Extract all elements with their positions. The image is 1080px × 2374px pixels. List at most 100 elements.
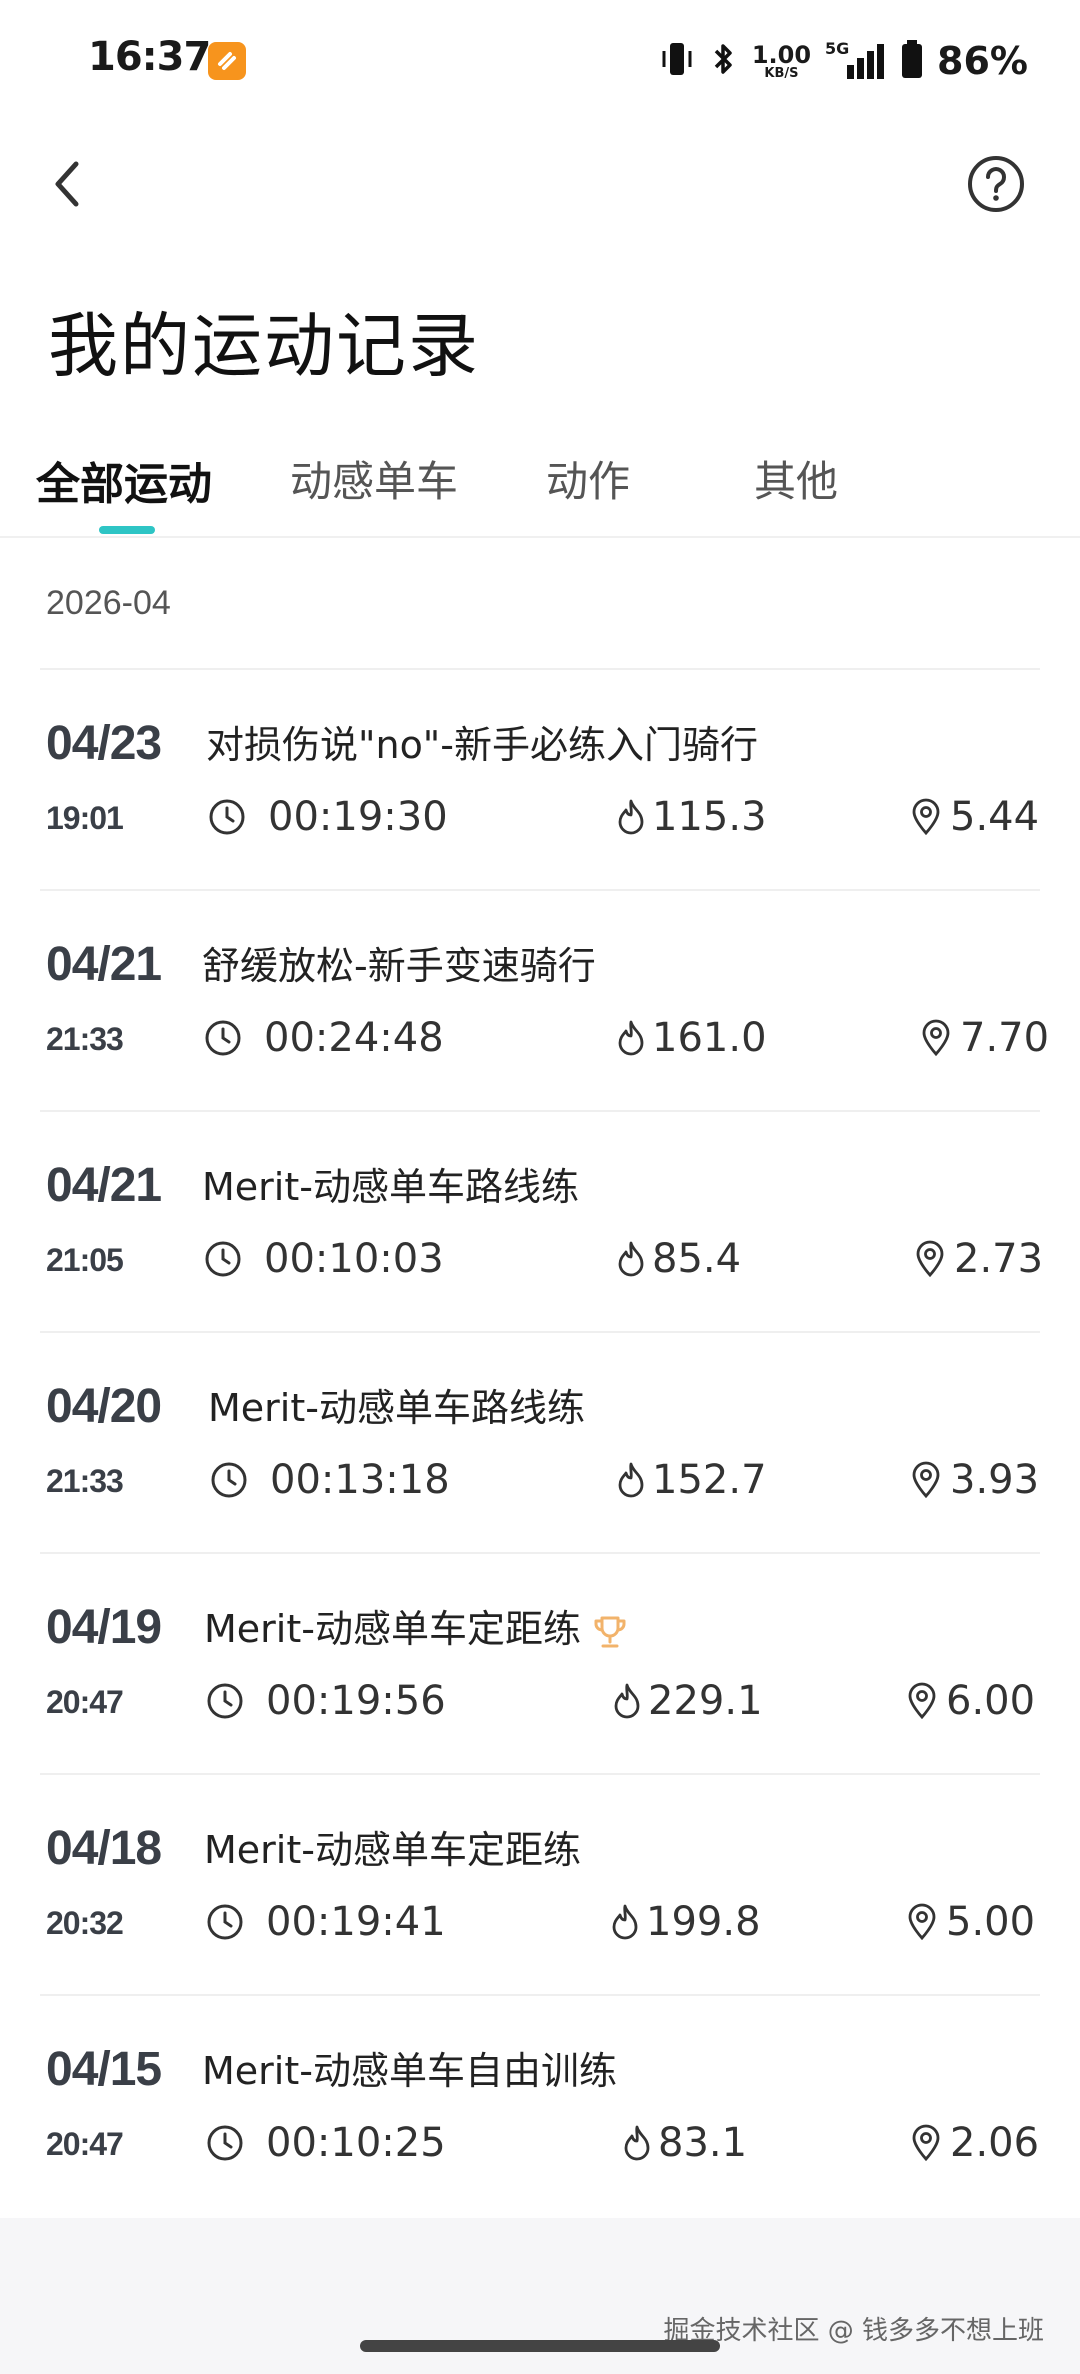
location-pin-icon bbox=[912, 798, 940, 836]
duration-value: 00:13:18 bbox=[270, 1457, 450, 1503]
bluetooth-icon bbox=[708, 39, 738, 83]
flame-icon bbox=[618, 1020, 644, 1056]
flame-icon bbox=[618, 1241, 644, 1277]
calories-value: 152.7 bbox=[652, 1457, 767, 1503]
network-speed: 1.00 KB/S bbox=[752, 43, 811, 80]
vibrate-icon bbox=[660, 39, 694, 83]
record-title: Merit-动感单车路线练 bbox=[208, 1386, 585, 1430]
screen: 16:37 1.00 KB/S 5G 86% 我的运动记录 全部运动 动感单车 … bbox=[0, 0, 1080, 2374]
workout-record[interactable]: 04/21 21:05 Merit-动感单车路线练 00:10:03 85.4 … bbox=[0, 1112, 1080, 1333]
location-pin-icon bbox=[908, 1682, 936, 1720]
record-date: 04/21 bbox=[46, 938, 162, 991]
flame-icon bbox=[614, 1683, 640, 1719]
record-time: 21:33 bbox=[46, 1463, 124, 1499]
record-duration: 00:19:30 bbox=[208, 794, 448, 840]
location-pin-icon bbox=[908, 1903, 936, 1941]
month-header: 2026-04 bbox=[46, 584, 171, 622]
status-bar: 16:37 1.00 KB/S 5G 86% bbox=[0, 0, 1080, 120]
workout-record[interactable]: 04/20 21:33 Merit-动感单车路线练 00:13:18 152.7… bbox=[0, 1333, 1080, 1554]
workout-record[interactable]: 04/19 20:47 Merit-动感单车定距练 00:19:56 229.1… bbox=[0, 1554, 1080, 1775]
clock-icon bbox=[205, 1241, 241, 1277]
record-date: 04/21 bbox=[46, 1159, 162, 1212]
duration-value: 00:19:41 bbox=[266, 1899, 446, 1945]
status-time: 16:37 bbox=[88, 34, 211, 80]
record-duration: 00:13:18 bbox=[210, 1457, 450, 1503]
app-notification-icon bbox=[208, 42, 246, 80]
record-calories: 115.3 bbox=[616, 794, 767, 840]
calories-value: 161.0 bbox=[652, 1015, 767, 1061]
tab-actions[interactable]: 动作 bbox=[546, 448, 630, 509]
calories-value: 83.1 bbox=[658, 2120, 748, 2166]
duration-value: 00:10:03 bbox=[264, 1236, 444, 1282]
record-distance: 2.73 bbox=[914, 1236, 1043, 1282]
help-button[interactable] bbox=[966, 154, 1026, 214]
clock-icon bbox=[209, 799, 245, 835]
location-pin-icon bbox=[912, 2124, 940, 2162]
workout-record[interactable]: 04/18 20:32 Merit-动感单车定距练 00:19:41 199.8… bbox=[0, 1775, 1080, 1996]
workout-record[interactable]: 04/15 20:47 Merit-动感单车自由训练 00:10:25 83.1… bbox=[0, 1996, 1080, 2217]
status-icons: 1.00 KB/S 5G 86% bbox=[660, 36, 1028, 86]
calories-value: 229.1 bbox=[648, 1678, 763, 1724]
location-pin-icon bbox=[922, 1019, 950, 1057]
record-distance: 6.00 bbox=[906, 1678, 1035, 1724]
page-title: 我的运动记录 bbox=[48, 305, 480, 387]
record-time: 20:47 bbox=[46, 2126, 124, 2162]
calories-value: 85.4 bbox=[652, 1236, 742, 1282]
chevron-left-icon bbox=[55, 161, 79, 207]
calories-value: 115.3 bbox=[652, 794, 767, 840]
location-pin-icon bbox=[916, 1240, 944, 1278]
record-duration: 00:10:25 bbox=[206, 2120, 446, 2166]
record-time: 21:33 bbox=[46, 1021, 124, 1057]
tab-all-sports[interactable]: 全部运动 bbox=[36, 448, 212, 512]
record-duration: 00:19:41 bbox=[206, 1899, 446, 1945]
clock-icon bbox=[207, 1904, 243, 1940]
duration-value: 00:19:56 bbox=[266, 1678, 446, 1724]
workout-record[interactable]: 04/21 21:33 舒缓放松-新手变速骑行 00:24:48 161.0 7… bbox=[0, 891, 1080, 1112]
flame-icon bbox=[618, 799, 644, 835]
record-time: 20:32 bbox=[46, 1905, 124, 1941]
back-button[interactable] bbox=[40, 150, 96, 218]
distance-value: 7.70 bbox=[960, 1015, 1050, 1061]
record-date: 04/20 bbox=[46, 1380, 162, 1433]
record-distance: 5.00 bbox=[906, 1899, 1035, 1945]
record-duration: 00:10:03 bbox=[204, 1236, 444, 1282]
location-pin-icon bbox=[912, 1461, 940, 1499]
record-duration: 00:24:48 bbox=[204, 1015, 444, 1061]
duration-value: 00:24:48 bbox=[264, 1015, 444, 1061]
record-time: 21:05 bbox=[46, 1242, 124, 1278]
calories-value: 199.8 bbox=[646, 1899, 761, 1945]
network-speed-unit: KB/S bbox=[764, 65, 799, 81]
record-time: 19:01 bbox=[46, 800, 124, 836]
duration-value: 00:19:30 bbox=[268, 794, 448, 840]
distance-value: 5.44 bbox=[950, 794, 1040, 840]
tab-active-indicator bbox=[99, 526, 155, 534]
record-title: 舒缓放松-新手变速骑行 bbox=[202, 944, 596, 988]
home-indicator[interactable] bbox=[360, 2340, 720, 2352]
record-distance: 7.70 bbox=[920, 1015, 1049, 1061]
record-distance: 3.93 bbox=[910, 1457, 1039, 1503]
record-title: Merit-动感单车定距练 bbox=[204, 1828, 581, 1872]
distance-value: 3.93 bbox=[950, 1457, 1040, 1503]
record-distance: 5.44 bbox=[910, 794, 1039, 840]
distance-value: 2.06 bbox=[950, 2120, 1040, 2166]
record-title: 对损伤说"no"-新手必练入门骑行 bbox=[206, 723, 759, 767]
signal-icon: 5G bbox=[825, 39, 887, 81]
duration-value: 00:10:25 bbox=[266, 2120, 446, 2166]
clock-icon bbox=[211, 1462, 247, 1498]
record-title: Merit-动感单车自由训练 bbox=[202, 2049, 617, 2093]
record-calories: 161.0 bbox=[616, 1015, 767, 1061]
record-calories: 85.4 bbox=[616, 1236, 741, 1282]
trophy-icon bbox=[594, 1616, 626, 1647]
tab-other[interactable]: 其他 bbox=[754, 448, 838, 509]
workout-record[interactable]: 04/23 19:01 对损伤说"no"-新手必练入门骑行 00:19:30 1… bbox=[0, 670, 1080, 891]
clock-icon bbox=[205, 1020, 241, 1056]
tab-spinning-bike[interactable]: 动感单车 bbox=[290, 448, 458, 509]
record-calories: 152.7 bbox=[616, 1457, 767, 1503]
record-duration: 00:19:56 bbox=[206, 1678, 446, 1724]
flame-icon bbox=[624, 2125, 650, 2161]
record-calories: 199.8 bbox=[610, 1899, 761, 1945]
record-date: 04/19 bbox=[46, 1601, 162, 1654]
record-calories: 229.1 bbox=[612, 1678, 763, 1724]
clock-icon bbox=[207, 1683, 243, 1719]
distance-value: 2.73 bbox=[954, 1236, 1044, 1282]
